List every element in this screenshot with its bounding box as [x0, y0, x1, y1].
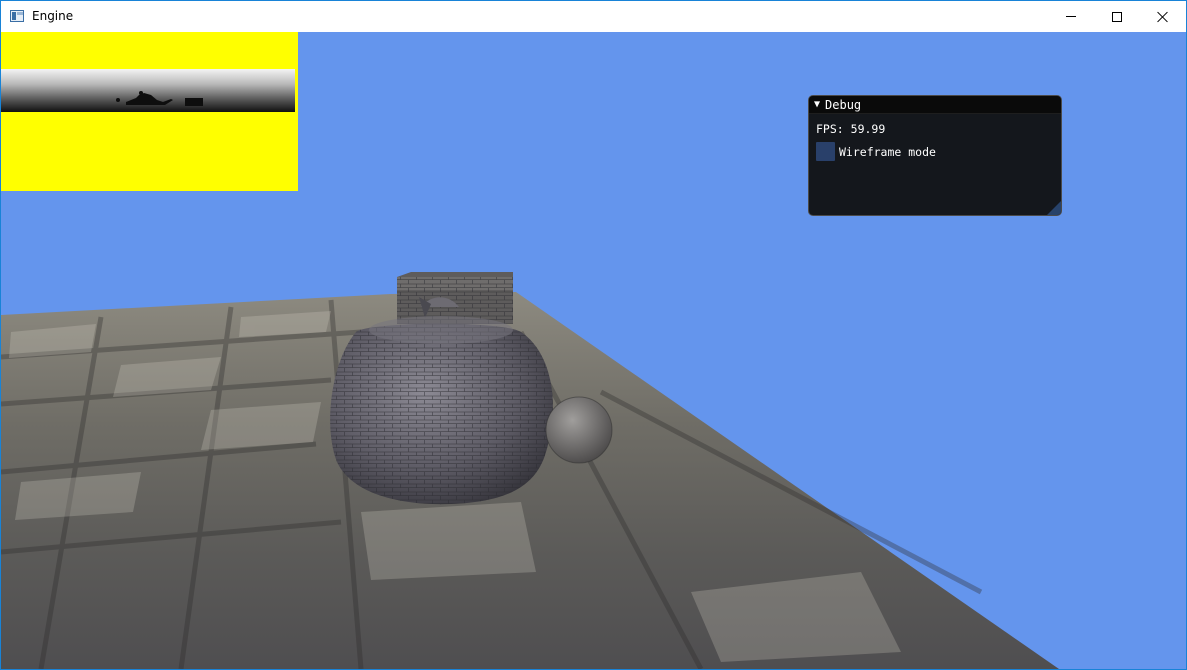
- collapse-arrow-icon[interactable]: ▼: [814, 99, 820, 110]
- fps-label: FPS:: [816, 122, 844, 136]
- window-app-icon[interactable]: [10, 10, 24, 22]
- maximize-icon: [1112, 11, 1122, 22]
- wireframe-checkbox[interactable]: [816, 142, 835, 161]
- debug-panel-body: FPS: 59.99 Wireframe mode: [809, 114, 1061, 168]
- minimize-button[interactable]: [1048, 1, 1094, 32]
- wireframe-toggle-row[interactable]: Wireframe mode: [816, 142, 1054, 161]
- resize-grip[interactable]: [1047, 201, 1061, 215]
- app-window: Engine ▼ Debug FPS: 59.99 Wireframe mode: [0, 0, 1187, 670]
- debug-panel-header[interactable]: ▼ Debug: [809, 96, 1061, 114]
- fps-readout: FPS: 59.99: [816, 121, 1054, 137]
- render-viewport[interactable]: ▼ Debug FPS: 59.99 Wireframe mode: [1, 32, 1186, 669]
- debug-panel[interactable]: ▼ Debug FPS: 59.99 Wireframe mode: [808, 95, 1062, 216]
- depth-strip: [1, 69, 295, 112]
- title-bar[interactable]: Engine: [1, 1, 1186, 32]
- fps-value: 59.99: [850, 122, 886, 136]
- close-icon: [1157, 11, 1169, 23]
- debug-panel-title: Debug: [825, 97, 862, 112]
- shadow-map-preview: [1, 32, 298, 191]
- window-title: Engine: [32, 9, 74, 23]
- close-button[interactable]: [1140, 1, 1186, 32]
- maximize-button[interactable]: [1094, 1, 1140, 32]
- minimize-icon: [1066, 16, 1076, 17]
- wireframe-label[interactable]: Wireframe mode: [839, 145, 936, 159]
